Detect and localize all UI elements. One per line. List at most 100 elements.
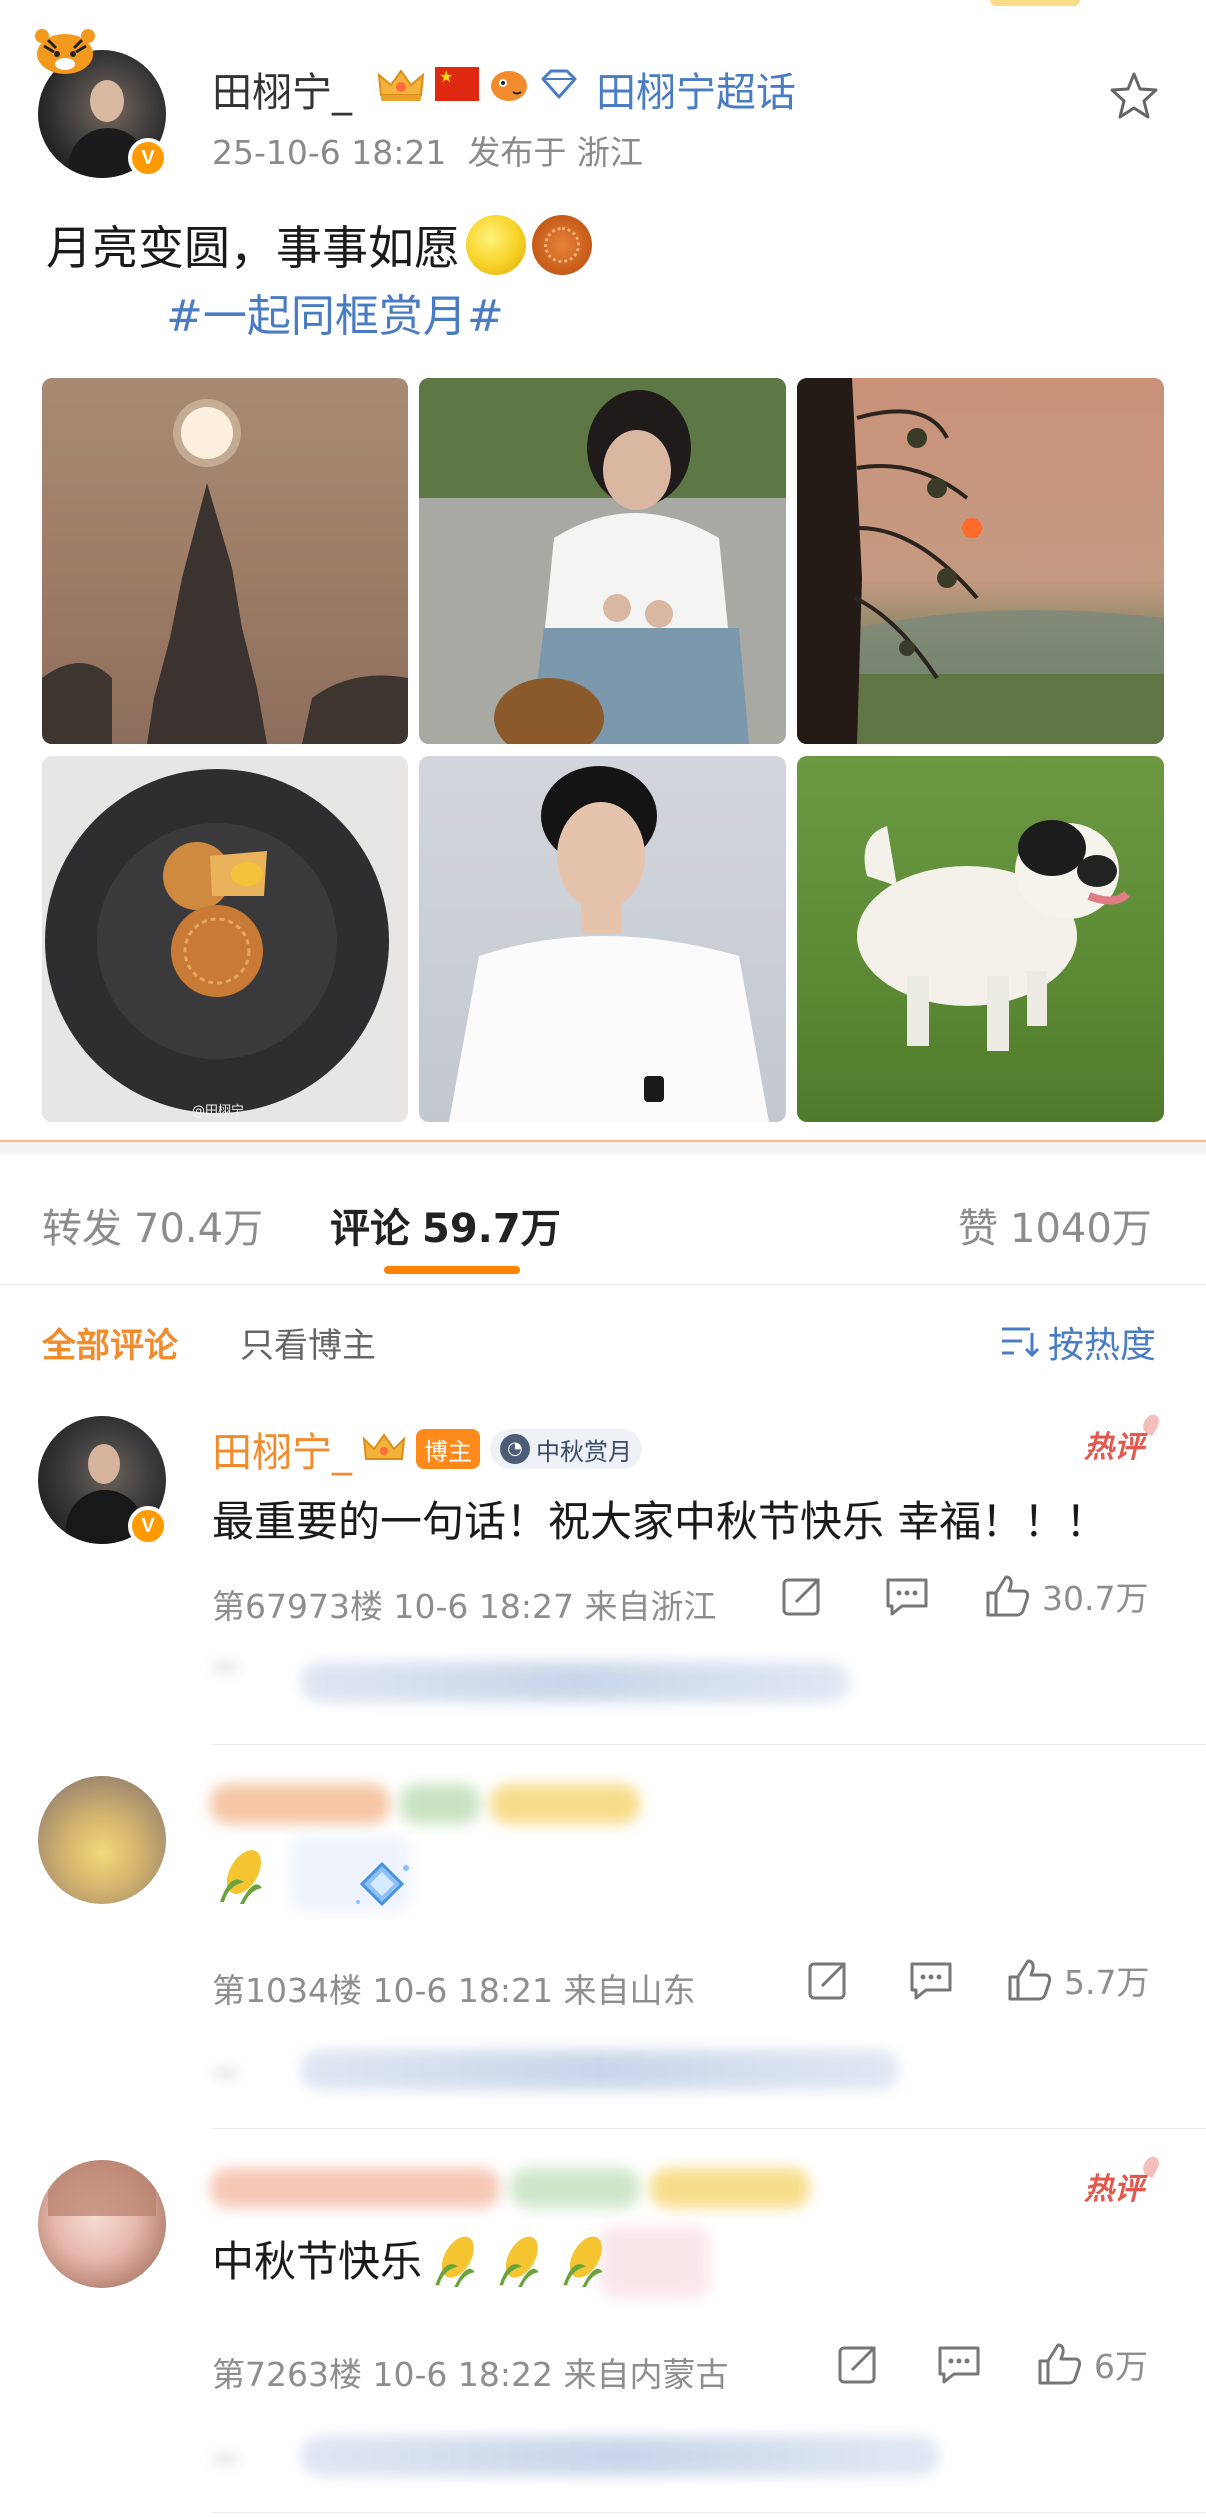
photo-portrait-white-tee[interactable] (419, 756, 786, 1122)
comment-count: 59.7万 (422, 1206, 561, 1252)
corn-emoji-icon (499, 2236, 539, 2287)
blurred-badge (510, 2168, 640, 2208)
crown-member-icon (362, 1433, 406, 1460)
blurred-reply-marker (214, 2070, 238, 2076)
thumbs-up-icon (986, 1575, 1030, 1617)
diamond-icon (541, 69, 577, 99)
blurred-reply-preview[interactable] (300, 2050, 900, 2090)
comment-body: 中秋节快乐 (212, 2228, 614, 2289)
mooncake-emoji-icon (532, 215, 592, 275)
full-moon-emoji-icon (466, 215, 526, 275)
tiger-pendant-icon (35, 29, 95, 74)
author-badges (375, 62, 579, 106)
blurred-reply-preview[interactable] (300, 1662, 850, 1702)
comment-label: 评论 (330, 1206, 410, 1252)
post-timestamp: 25-10-6 18:21 (212, 133, 447, 172)
filter-all-comments[interactable]: 全部评论 (42, 1318, 178, 1367)
photo-mooncakes-plate[interactable]: @田栩宁 (42, 756, 408, 1122)
comment-text: 中秋节快乐 (212, 2237, 423, 2286)
corn-emoji-icon (563, 2236, 603, 2287)
china-flag-icon (435, 67, 479, 101)
fish-badge-icon (491, 71, 527, 101)
sort-by-hot-button[interactable]: 按热度 (1000, 1316, 1156, 1368)
like-count: 6万 (1094, 2347, 1148, 2386)
reply-button[interactable] (884, 1576, 930, 1618)
like-count: 5.7万 (1064, 1963, 1150, 2002)
hot-comment-badge: 热评 (1084, 2164, 1144, 2208)
reply-button[interactable] (936, 2344, 982, 2386)
like-button[interactable]: 5.7万 (1006, 1956, 1149, 2004)
divider (0, 1284, 1206, 1285)
blurred-username[interactable] (210, 1784, 390, 1824)
post-location: 发布于 浙江 (467, 133, 643, 172)
comment-header: 田栩宁_ 博主 ◔ 中秋赏月 (212, 1420, 642, 1478)
comment-floor: 第67973楼 (212, 1587, 383, 1626)
post-author-name[interactable]: 田栩宁_ (212, 60, 352, 118)
verified-badge-icon: V (128, 138, 168, 178)
super-topic-link[interactable]: 田栩宁超话 (596, 60, 796, 118)
favorite-star-icon[interactable] (1108, 70, 1160, 120)
divider (212, 1744, 1206, 1745)
blurred-username[interactable] (210, 2168, 500, 2208)
comment-avatar[interactable] (38, 1776, 166, 1904)
sort-label: 按热度 (1048, 1325, 1157, 1366)
like-button[interactable]: 6万 (1036, 2340, 1148, 2388)
share-button[interactable] (806, 1958, 850, 2002)
top-decoration (990, 0, 1080, 6)
blurred-badge (650, 2168, 810, 2208)
section-gap (0, 1142, 1206, 1154)
corn-emoji-icon (435, 2236, 475, 2287)
share-icon (838, 2346, 876, 2384)
active-tab-indicator (384, 1266, 520, 1274)
reply-button[interactable] (908, 1960, 954, 2002)
share-icon (808, 1962, 846, 2000)
blogger-tag: 博主 (416, 1429, 480, 1469)
share-button[interactable] (780, 1574, 824, 1618)
event-tag-label: 中秋赏月 (536, 1437, 632, 1466)
comment-time: 10-6 18:22 (372, 2355, 553, 2394)
blurred-reply-preview[interactable] (300, 2436, 940, 2476)
event-icon: ◔ (500, 1434, 530, 1464)
comment-time: 10-6 18:21 (372, 1971, 553, 2010)
like-count: 30.7万 (1042, 1579, 1149, 1618)
comment-avatar[interactable] (38, 2160, 166, 2288)
post-body: 月亮变圆，事事如愿 (46, 212, 592, 278)
divider (212, 2512, 1206, 2513)
like-label: 赞 (958, 1206, 998, 1252)
commenter-name[interactable]: 田栩宁_ (212, 1420, 352, 1478)
blurred-badge (490, 1784, 640, 1824)
photo-watermark: @田栩宁 (192, 1104, 245, 1119)
blurred-reply-marker (214, 2456, 238, 2462)
event-tag: ◔ 中秋赏月 (490, 1429, 642, 1469)
tab-comments[interactable]: 评论 59.7万 (330, 1196, 561, 1254)
thumbs-up-icon (1008, 1959, 1052, 2001)
repost-count: 70.4万 (134, 1206, 264, 1252)
blurred-badge (400, 1784, 480, 1824)
thumbs-up-icon (1038, 2343, 1082, 2385)
verified-badge-icon: V (128, 1506, 168, 1546)
post-meta: 25-10-6 18:21 发布于 浙江 (212, 126, 643, 174)
like-count: 1040万 (1010, 1206, 1152, 1252)
blurred-reply-marker (214, 1664, 238, 1670)
hashtag-link[interactable]: #一起同框赏月# (166, 280, 504, 344)
share-button[interactable] (836, 2342, 880, 2386)
comment-origin: 来自山东 (563, 1971, 696, 2010)
tab-likes[interactable]: 赞 1040万 (958, 1196, 1152, 1254)
photo-sunset-field[interactable] (797, 378, 1164, 744)
photo-sitting-with-dog[interactable] (419, 378, 786, 744)
photo-puppy-on-grass[interactable] (797, 756, 1164, 1122)
share-icon (782, 1578, 820, 1616)
tab-reposts[interactable]: 转发 70.4万 (42, 1196, 263, 1254)
post-text: 月亮变圆，事事如愿 (46, 221, 460, 275)
filter-owner-only[interactable]: 只看博主 (240, 1318, 376, 1367)
comment-origin: 来自浙江 (584, 1587, 717, 1626)
crown-member-icon (377, 69, 425, 101)
comment-bubble-icon (938, 2346, 980, 2384)
sort-icon (1002, 1327, 1040, 1358)
comment-text: 最重要的一句话！祝大家中秋节快乐 幸福！！！ (212, 1497, 1108, 1546)
like-button[interactable]: 30.7万 (984, 1572, 1148, 1620)
comment-floor: 第7263楼 (212, 2355, 362, 2394)
divider (212, 2128, 1206, 2129)
comment-bubble-icon (910, 1962, 952, 2000)
photo-sunset-tree[interactable] (42, 378, 408, 744)
